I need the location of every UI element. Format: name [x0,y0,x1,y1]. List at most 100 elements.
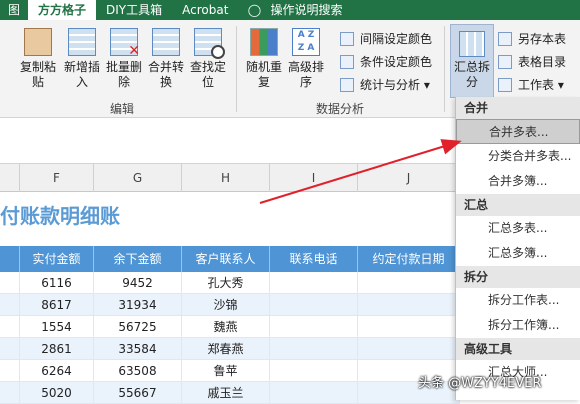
new-insert-button[interactable]: 新增插入 [60,28,104,90]
table-cell[interactable]: 33584 [94,338,182,360]
table-cell[interactable]: 郑春燕 [182,338,270,360]
table-cell[interactable]: 56725 [94,316,182,338]
table-cell[interactable]: 鲁苹 [182,360,270,382]
copy-paste-label: 复制粘贴 [19,60,56,89]
summary-split-label: 汇总拆分 [453,60,490,89]
row-header-cell [0,272,20,294]
worksheet-label: 工作表 [518,78,555,92]
table-cell[interactable]: 9452 [94,272,182,294]
tab-fangfang[interactable]: 方方格子 [28,0,97,20]
batch-delete-button[interactable]: ✕ 批量删除 [102,28,146,90]
tab-partial[interactable]: 图 [0,0,28,20]
row-header-cell [0,382,20,404]
table-cell[interactable]: 6116 [20,272,94,294]
table-cell[interactable] [270,360,358,382]
clipboard-icon [24,28,52,56]
table-cell[interactable] [358,272,460,294]
table-cell[interactable] [270,272,358,294]
random-repeat-label: 随机重复 [245,60,282,89]
row-header-cell [0,338,20,360]
tab-diy[interactable]: DIY工具箱 [96,0,172,20]
menu-item-merge-multi[interactable]: 合并多表... [456,119,580,144]
table-cell[interactable]: 2861 [20,338,94,360]
advanced-sort-button[interactable]: A ZZ A 高级排序 [284,28,328,90]
table-cell[interactable] [358,294,460,316]
table-cell[interactable]: 55667 [94,382,182,404]
tab-acrobat[interactable]: Acrobat [172,0,238,20]
delete-table-icon: ✕ [110,28,140,58]
table-cell[interactable]: 孔大秀 [182,272,270,294]
table-body: 6116 9452 孔大秀 8617 31934 沙锦 1554 56725 魏燕 2861 335… [0,272,460,404]
random-repeat-button[interactable]: 随机重复 [242,28,286,90]
table-cell[interactable] [270,294,358,316]
table-dir-label: 表格目录 [518,55,567,69]
table-row: 5020 55667 戚玉兰 [0,382,460,404]
table-header-cell[interactable]: 客户联系人 [182,246,270,272]
table-header: 实付金额 余下金额 客户联系人 联系电话 约定付款日期 [0,246,460,272]
table-cell[interactable] [270,316,358,338]
table-header-cell[interactable]: 约定付款日期 [358,246,460,272]
summary-split-button[interactable]: 汇总拆分 [450,24,494,98]
menu-item-split-sheet[interactable]: 拆分工作表... [456,288,580,313]
menu-item-merge-classify[interactable]: 分类合并多表... [456,144,580,169]
menu-item-sum-multi-tables[interactable]: 汇总多表... [456,216,580,241]
merge-convert-button[interactable]: 合并转换 [144,28,188,90]
summary-split-icon [459,31,485,57]
table-cell[interactable]: 8617 [20,294,94,316]
table-cell[interactable] [270,382,358,404]
worksheet-button[interactable]: 工作表 ▾ [498,76,564,94]
column-header-blank [0,164,20,192]
table-cell[interactable]: 63508 [94,360,182,382]
group-label-data: 数据分析 [316,102,365,116]
menu-item-merge-books[interactable]: 合并多簿... [456,169,580,194]
save-table-button[interactable]: 另存本表 [498,30,566,48]
interval-color-button[interactable]: 间隔设定颜色 [340,30,432,48]
column-header-j[interactable]: J [358,164,460,192]
table-header-cell[interactable]: 余下金额 [94,246,182,272]
table-cell[interactable] [270,338,358,360]
table-cell[interactable]: 6264 [20,360,94,382]
copy-paste-button[interactable]: 复制粘贴 [16,28,60,90]
table-dir-button[interactable]: 表格目录 [498,53,566,71]
ribbon-separator [236,26,237,112]
table-header-cell[interactable]: 联系电话 [270,246,358,272]
menu-item-sum-multi-books[interactable]: 汇总多簿... [456,241,580,266]
menu-section-summary: 汇总 [456,194,580,216]
menu-item-split-book[interactable]: 拆分工作簿... [456,313,580,338]
table-cell[interactable] [358,338,460,360]
cond-color-icon [340,55,354,69]
table-cell[interactable]: 戚玉兰 [182,382,270,404]
column-header-g[interactable]: G [94,164,182,192]
merge-icon [152,28,180,56]
cond-color-button[interactable]: 条件设定颜色 [340,53,432,71]
stats-analysis-button[interactable]: 统计与分析 ▾ [340,76,430,94]
table-cell[interactable]: 1554 [20,316,94,338]
ribbon-tabs: 图 方方格子 DIY工具箱 Acrobat ◯ 操作说明搜索 [0,0,580,20]
cond-color-label: 条件设定颜色 [360,55,433,69]
table-cell[interactable]: 31934 [94,294,182,316]
tab-help-search[interactable]: 操作说明搜索 [266,0,352,20]
find-locate-button[interactable]: 查找定位 [186,28,230,90]
table-row: 6264 63508 鲁苹 [0,360,460,382]
advanced-sort-label: 高级排序 [287,60,324,89]
column-header-i[interactable]: I [270,164,358,192]
insert-table-icon [68,28,96,56]
column-header-h[interactable]: H [182,164,270,192]
table-row: 8617 31934 沙锦 [0,294,460,316]
worksheet-icon [498,78,512,92]
watermark: 头条 @WZYY4EVER [418,376,542,391]
ribbon-separator [444,26,445,112]
random-icon [250,28,278,56]
row-header-cell [0,294,20,316]
summary-split-menu: 合并 合并多表... 分类合并多表... 合并多簿... 汇总 汇总多表... … [455,97,580,400]
interval-color-icon [340,32,354,46]
find-icon [194,28,225,59]
table-header-cell[interactable]: 实付金额 [20,246,94,272]
batch-delete-label: 批量删除 [105,60,142,89]
column-header-f[interactable]: F [20,164,94,192]
table-cell[interactable]: 5020 [20,382,94,404]
table-cell[interactable]: 沙锦 [182,294,270,316]
table-cell[interactable] [358,316,460,338]
table-cell[interactable]: 魏燕 [182,316,270,338]
row-header-cell [0,316,20,338]
